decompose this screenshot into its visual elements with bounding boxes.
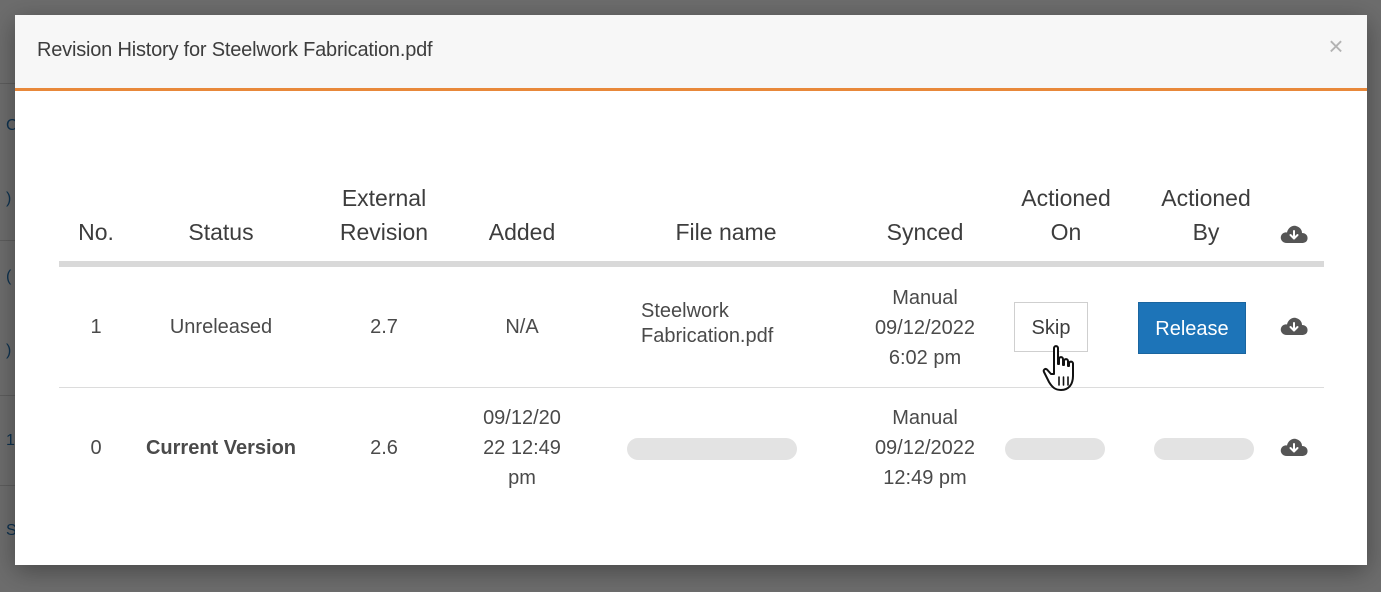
modal-header: Revision History for Steelwork Fabricati… <box>15 15 1367 91</box>
actioned-by-placeholder <box>1154 438 1254 460</box>
added-line: pm <box>508 467 536 489</box>
cloud-download-icon[interactable] <box>1279 436 1309 458</box>
synced-line: 12:49 pm <box>883 467 967 489</box>
skip-button[interactable]: Skip <box>1014 302 1088 352</box>
cell-no: 0 <box>90 437 102 459</box>
cell-synced: Manual 09/12/2022 6:02 pm <box>859 283 991 373</box>
synced-line: 09/12/2022 <box>874 437 976 459</box>
file-name-placeholder <box>627 438 797 460</box>
header-line: Actioned <box>1021 185 1111 211</box>
synced-line: 6:02 pm <box>888 347 962 369</box>
synced-line: Manual <box>892 287 958 309</box>
column-header-added: Added <box>488 219 556 245</box>
table-row: 1 Unreleased 2.7 N/A Steelwork Fabricati… <box>59 267 1324 388</box>
table-row: 0 Current Version 2.6 09/12/20 22 12:49 … <box>59 388 1324 508</box>
file-name-line: Steelwork <box>641 300 729 322</box>
cell-external-revision: 2.7 <box>370 316 398 338</box>
header-line: External <box>341 185 427 211</box>
column-header-no: No. <box>78 219 114 245</box>
header-line: By <box>1192 219 1220 245</box>
modal-title: Revision History for Steelwork Fabricati… <box>37 39 433 61</box>
synced-line: Manual <box>892 407 958 429</box>
revision-history-modal: Revision History for Steelwork Fabricati… <box>15 15 1367 565</box>
cell-external-revision: 2.6 <box>370 437 398 459</box>
release-button[interactable]: Release <box>1138 302 1246 354</box>
cell-added: N/A <box>505 316 539 338</box>
close-button[interactable]: × <box>1325 33 1347 59</box>
cell-status: Unreleased <box>169 316 273 338</box>
column-header-actioned-by: Actioned By <box>1141 181 1271 249</box>
actioned-on-placeholder <box>1005 438 1105 460</box>
cell-no: 1 <box>90 316 102 338</box>
cloud-download-icon[interactable] <box>1279 315 1309 337</box>
header-line: Actioned <box>1161 185 1251 211</box>
column-header-status: Status <box>188 219 254 245</box>
column-header-file-name: File name <box>675 219 777 245</box>
cell-synced: Manual 09/12/2022 12:49 pm <box>859 403 991 493</box>
column-header-synced: Synced <box>886 219 964 245</box>
synced-line: 09/12/2022 <box>874 317 976 339</box>
cloud-download-icon[interactable] <box>1279 223 1309 245</box>
column-header-actioned-on: Actioned On <box>1001 181 1131 249</box>
cell-status: Current Version <box>145 437 297 459</box>
cell-added: 09/12/20 22 12:49 pm <box>472 403 572 493</box>
file-name-line: Fabrication.pdf <box>641 325 774 347</box>
added-line: 09/12/20 <box>483 407 561 429</box>
cell-file-name: Steelwork Fabrication.pdf <box>641 299 841 349</box>
table-header-row: No. Status External Revision Added File … <box>59 165 1324 267</box>
column-header-external-revision: External Revision <box>319 181 449 249</box>
header-line: Revision <box>339 219 429 245</box>
added-line: 22 12:49 <box>483 437 561 459</box>
header-line: On <box>1050 219 1082 245</box>
